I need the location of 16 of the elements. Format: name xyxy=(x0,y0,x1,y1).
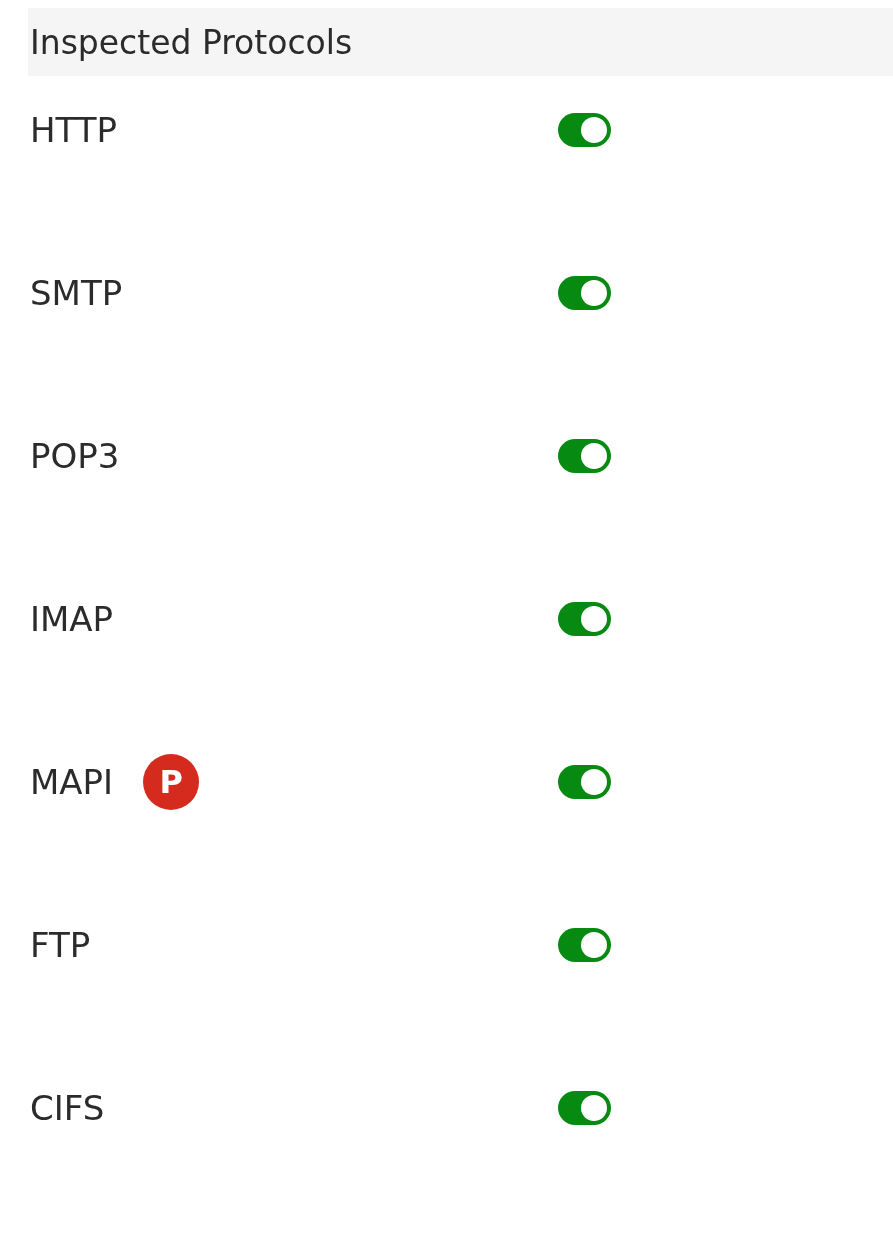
section-title: Inspected Protocols xyxy=(30,22,353,62)
toggle-switch[interactable] xyxy=(558,276,611,310)
protocol-label: IMAP xyxy=(30,598,114,641)
toggle-switch[interactable] xyxy=(558,765,611,799)
protocol-label: MAPI xyxy=(30,761,114,804)
protocol-label: SMTP xyxy=(30,272,123,315)
protocol-label: HTTP xyxy=(30,109,117,152)
status-badge: P xyxy=(143,754,200,810)
toggle-switch[interactable] xyxy=(558,602,611,636)
toggle-switch[interactable] xyxy=(558,928,611,962)
protocol-label: POP3 xyxy=(30,435,120,478)
protocol-label: FTP xyxy=(30,924,91,967)
toggle-switch[interactable] xyxy=(558,113,611,147)
protocol-label: CIFS xyxy=(30,1087,105,1130)
toggle-switch[interactable] xyxy=(558,1091,611,1125)
toggle-switch[interactable] xyxy=(558,439,611,473)
